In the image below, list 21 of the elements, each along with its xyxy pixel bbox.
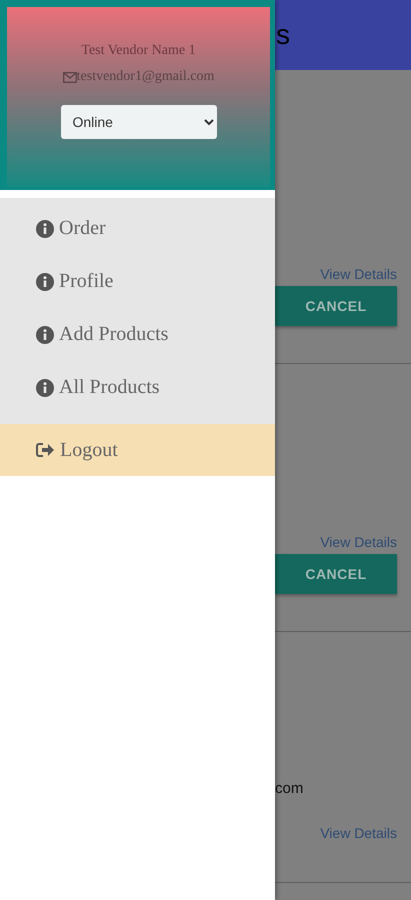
status-dropdown[interactable]: Online — [60, 105, 216, 139]
view-details-link[interactable]: View Details — [320, 266, 397, 282]
info-icon — [36, 272, 54, 290]
header-title: s — [276, 19, 290, 51]
order-text: com — [275, 780, 304, 797]
cancel-button[interactable]: CANCEL — [275, 554, 397, 594]
info-icon — [36, 220, 54, 238]
vendor-email: testvendor1@gmail.com — [76, 69, 214, 85]
cancel-button[interactable]: CANCEL — [275, 286, 397, 326]
vendor-name: Test Vendor Name 1 — [81, 43, 196, 59]
logout-item[interactable]: Logout — [0, 424, 275, 476]
envelope-icon — [62, 72, 77, 82]
info-icon — [36, 378, 54, 396]
info-icon — [36, 326, 54, 344]
view-details-link[interactable]: View Details — [320, 534, 397, 550]
menu-item[interactable]: Profile — [0, 255, 275, 308]
menu-item[interactable]: Add Products — [0, 308, 275, 361]
menu-item[interactable]: Order — [0, 202, 275, 255]
menu-item[interactable]: All Products — [0, 361, 275, 414]
logout-icon — [36, 442, 55, 458]
view-details-link[interactable]: View Details — [320, 825, 397, 841]
